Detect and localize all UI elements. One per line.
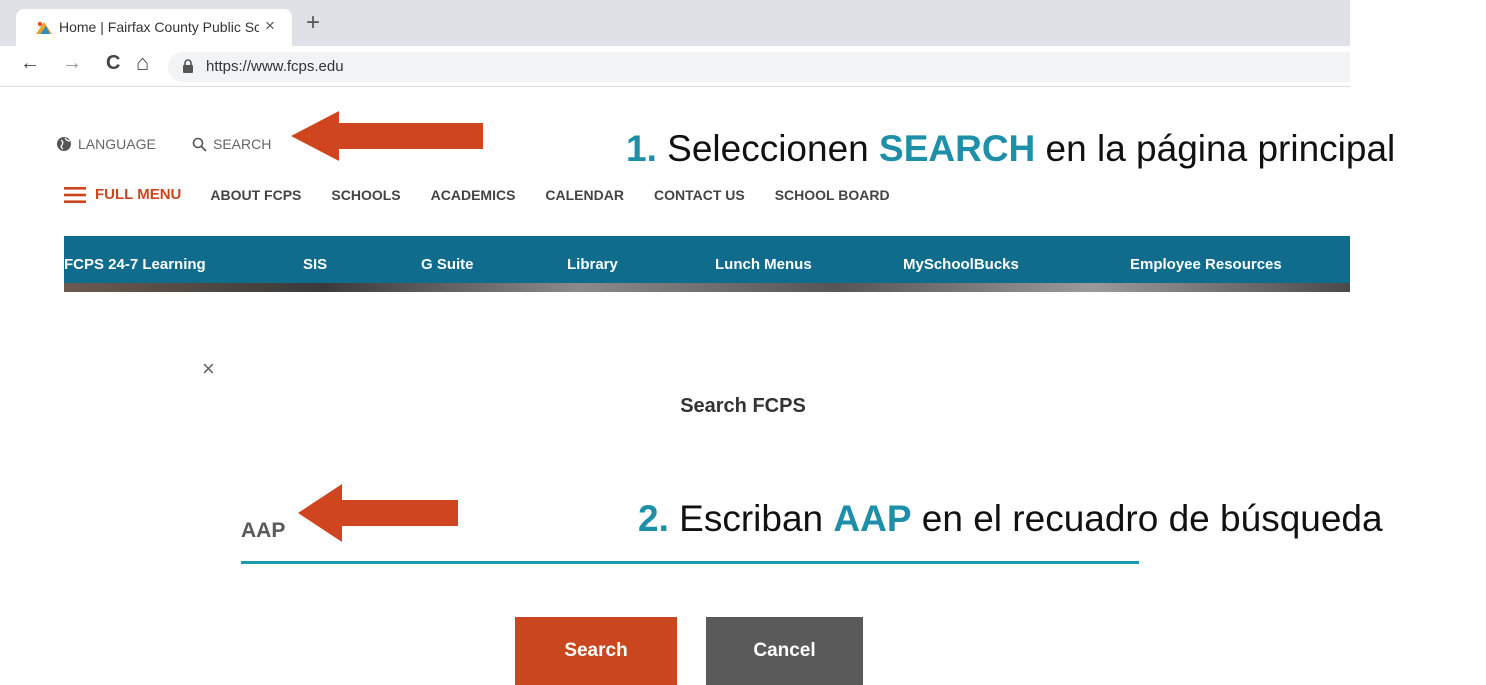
annotation-step-1: 1. Seleccionen SEARCH en la página princ… — [626, 128, 1395, 170]
quicklink-sis[interactable]: SIS — [303, 256, 327, 273]
browser-tab[interactable]: Home | Fairfax County Public Sch × — [16, 9, 292, 46]
quicklink-g-suite[interactable]: G Suite — [421, 256, 474, 273]
language-label: LANGUAGE — [78, 136, 156, 152]
url-text: https://www.fcps.edu — [206, 58, 344, 75]
annotation-step-1-after: en la página principal — [1045, 128, 1396, 169]
hero-image-strip — [64, 283, 1350, 292]
modal-title: Search FCPS — [680, 395, 806, 417]
language-link[interactable]: LANGUAGE — [56, 136, 156, 152]
hamburger-icon — [64, 186, 86, 203]
annotation-step-2-keyword: AAP — [833, 498, 912, 539]
nav-calendar[interactable]: CALENDAR — [545, 187, 624, 203]
nav-school-board[interactable]: SCHOOL BOARD — [775, 187, 890, 203]
search-icon — [192, 137, 207, 152]
pointer-arrow-1 — [291, 111, 483, 161]
browser-tab-strip: Home | Fairfax County Public Sch × + — [0, 0, 1350, 46]
search-label: SEARCH — [213, 136, 272, 152]
pointer-arrow-2 — [298, 484, 458, 542]
main-nav: FULL MENU ABOUT FCPS SCHOOLS ACADEMICS C… — [64, 186, 890, 203]
search-link[interactable]: SEARCH — [192, 136, 271, 152]
tab-title: Home | Fairfax County Public Sch — [59, 19, 259, 35]
forward-arrow-icon[interactable]: → — [62, 52, 82, 75]
annotation-step-1-keyword: SEARCH — [879, 128, 1036, 169]
back-arrow-icon[interactable]: ← — [20, 52, 40, 75]
modal-close-icon[interactable]: × — [202, 356, 215, 382]
quicklink-myschoolbucks[interactable]: MySchoolBucks — [903, 256, 1019, 273]
nav-academics[interactable]: ACADEMICS — [431, 187, 516, 203]
home-icon[interactable]: ⌂ — [136, 50, 149, 76]
annotation-step-2: 2. Escriban AAP en el recuadro de búsque… — [638, 498, 1383, 540]
full-menu-button[interactable]: FULL MENU — [64, 186, 181, 203]
tab-close-icon[interactable]: × — [265, 16, 275, 36]
nav-schools[interactable]: SCHOOLS — [331, 187, 400, 203]
annotation-step-1-before: Seleccionen — [667, 128, 869, 169]
quicklink-lunch-menus[interactable]: Lunch Menus — [715, 256, 812, 273]
annotation-step-2-before: Escriban — [679, 498, 824, 539]
reload-icon[interactable]: C — [106, 52, 120, 75]
address-bar[interactable]: https://www.fcps.edu — [168, 52, 1350, 82]
quicklink-fcps-24-7-learning[interactable]: FCPS 24-7 Learning — [64, 256, 206, 273]
fcps-favicon-icon — [36, 21, 52, 34]
nav-contact-us[interactable]: CONTACT US — [654, 187, 745, 203]
cancel-button[interactable]: Cancel — [706, 617, 863, 685]
browser-toolbar: ← → C ⌂ https://www.fcps.edu — [0, 46, 1350, 87]
new-tab-button[interactable]: + — [306, 9, 320, 37]
nav-about-fcps[interactable]: ABOUT FCPS — [210, 187, 301, 203]
annotation-step-2-number: 2. — [638, 498, 669, 539]
quicklink-employee-resources[interactable]: Employee Resources — [1130, 256, 1282, 273]
globe-icon — [57, 137, 71, 151]
quicklink-library[interactable]: Library — [567, 256, 618, 273]
full-menu-label: FULL MENU — [95, 186, 182, 203]
annotation-step-1-number: 1. — [626, 128, 657, 169]
lock-icon — [183, 59, 193, 73]
annotation-step-2-after: en el recuadro de búsqueda — [921, 498, 1383, 539]
search-button[interactable]: Search — [515, 617, 677, 685]
